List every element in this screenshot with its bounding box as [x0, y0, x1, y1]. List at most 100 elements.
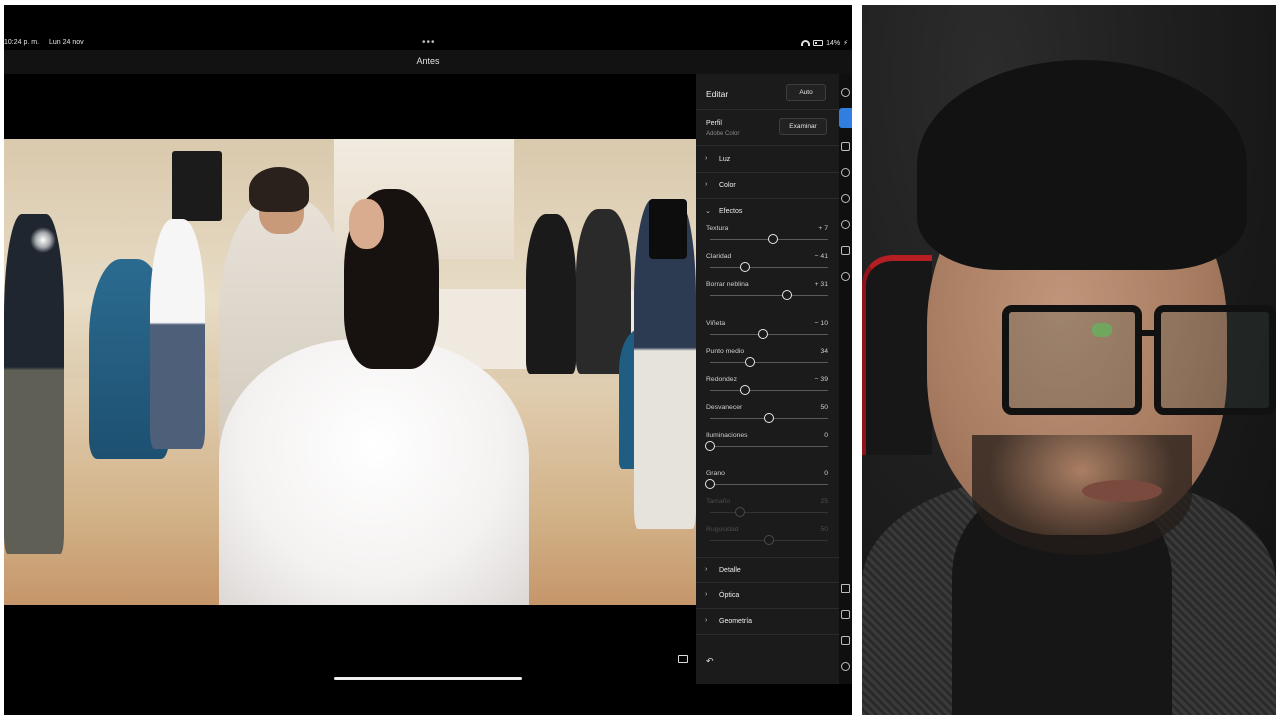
- browse-profiles-button[interactable]: Examinar: [779, 118, 827, 135]
- history-icon[interactable]: [841, 272, 850, 281]
- slider-label: Punto medio: [706, 348, 745, 355]
- photo-bride-gown: [219, 339, 529, 605]
- tool-rail: [839, 74, 852, 684]
- slider-value: − 41: [814, 253, 828, 260]
- glasses-reflection: [1092, 323, 1112, 337]
- blur-icon[interactable]: [841, 220, 850, 229]
- slider-handle[interactable]: [705, 441, 715, 451]
- slider-track[interactable]: [710, 446, 828, 447]
- slider-handle[interactable]: [758, 329, 769, 339]
- profile-label: Perfil: [706, 120, 722, 127]
- webcam-feed: [862, 5, 1276, 715]
- slider-track[interactable]: [710, 362, 828, 363]
- section-label: Detalle: [719, 567, 741, 574]
- edit-title: Editar: [706, 89, 729, 99]
- section-efectos[interactable]: ⌄ Efectos: [696, 199, 839, 225]
- slider-row: Textura + 7: [696, 225, 839, 253]
- slider-label: Rugosidad: [706, 526, 739, 533]
- slider-track[interactable]: [710, 267, 828, 268]
- slider-label: Iluminaciones: [706, 432, 748, 439]
- section-detalle[interactable]: › Detalle: [696, 557, 839, 583]
- presets-icon[interactable]: [841, 88, 850, 97]
- photo-preview[interactable]: [4, 139, 696, 605]
- slider-value: + 7: [818, 225, 828, 232]
- slider-handle[interactable]: [705, 479, 715, 489]
- edit-sliders-icon[interactable]: [839, 108, 852, 128]
- section-geometria[interactable]: › Geometría: [696, 609, 839, 635]
- status-bar: 10:24 p. m. Lun 24 nov ••• 14% ⚡: [4, 36, 852, 50]
- slider-handle[interactable]: [781, 290, 792, 300]
- chevron-right-icon: ›: [705, 566, 708, 573]
- section-color[interactable]: › Color: [696, 173, 839, 199]
- view-title: Antes: [416, 56, 440, 66]
- slider-value: − 39: [814, 376, 828, 383]
- slider-track[interactable]: [710, 334, 828, 335]
- slider-label: Redondez: [706, 376, 737, 383]
- slider-row: Claridad − 41: [696, 253, 839, 281]
- section-optica[interactable]: › Óptica: [696, 583, 839, 609]
- slider-row: Punto medio 34: [696, 348, 839, 376]
- undo-icon[interactable]: ↶: [706, 656, 714, 667]
- photo-camera: [649, 199, 687, 259]
- slider-handle[interactable]: [740, 385, 751, 395]
- slider-row: Desvanecer 50: [696, 404, 839, 432]
- slider-row: Redondez − 39: [696, 376, 839, 404]
- slider-handle[interactable]: [767, 234, 778, 244]
- slider-track[interactable]: [710, 390, 828, 391]
- section-label: Óptica: [719, 592, 740, 599]
- edit-panel-icon[interactable]: [678, 655, 688, 663]
- home-indicator[interactable]: [334, 677, 522, 680]
- slider-handle[interactable]: [764, 535, 774, 545]
- slider-label: Borrar neblina: [706, 281, 749, 288]
- photo-guest: [526, 214, 576, 374]
- slider-value: + 31: [814, 281, 828, 288]
- slider-row: Iluminaciones 0: [696, 432, 839, 460]
- auto-button[interactable]: Auto: [786, 84, 826, 101]
- crop-icon[interactable]: [841, 142, 850, 151]
- battery-percent: 14%: [826, 39, 841, 47]
- slider-handle[interactable]: [740, 262, 751, 272]
- slider-row: Tamaño 25: [696, 498, 839, 526]
- presenter-mouth: [1082, 480, 1162, 502]
- star-icon[interactable]: [841, 584, 850, 593]
- more-dots-icon[interactable]: •••: [422, 37, 436, 48]
- photo-bride-face: [349, 199, 384, 249]
- slider-value: − 10: [814, 320, 828, 327]
- versions-icon[interactable]: [841, 246, 850, 255]
- info-icon[interactable]: [841, 662, 850, 671]
- photo-flash: [30, 227, 56, 253]
- top-bar: Antes: [4, 50, 852, 74]
- slider-value: 50: [820, 526, 828, 533]
- comment-icon[interactable]: [841, 610, 850, 619]
- slider-track[interactable]: [710, 484, 828, 485]
- slider-handle[interactable]: [734, 507, 745, 517]
- healing-icon[interactable]: [841, 168, 850, 177]
- chevron-right-icon: ›: [705, 181, 708, 188]
- slider-handle[interactable]: [764, 413, 774, 423]
- slider-label: Grano: [706, 470, 725, 477]
- section-label: Geometría: [719, 618, 753, 625]
- slider-label: Claridad: [706, 253, 732, 260]
- photo-guest: [150, 219, 205, 449]
- chevron-right-icon: ›: [705, 155, 708, 162]
- slider-label: Tamaño: [706, 498, 731, 505]
- slider-label: Viñeta: [706, 320, 726, 327]
- slider-value: 34: [820, 348, 828, 355]
- slider-handle[interactable]: [745, 357, 756, 367]
- screen-mirror-icon: [813, 40, 824, 46]
- profile-value: Adobe Color: [706, 131, 740, 137]
- slider-row: Grano 0: [696, 470, 839, 498]
- section-luz[interactable]: › Luz: [696, 147, 839, 173]
- slider-label: Textura: [706, 225, 729, 232]
- gaming-chair: [862, 255, 932, 455]
- masking-icon[interactable]: [841, 194, 850, 203]
- photo-groom-hair: [249, 167, 309, 212]
- profile-row: Perfil Adobe Color Examinar: [696, 111, 839, 146]
- slider-track[interactable]: [710, 512, 828, 513]
- slider-row: Borrar neblina + 31: [696, 281, 839, 309]
- slider-track[interactable]: [710, 295, 828, 296]
- tag-icon[interactable]: [841, 636, 850, 645]
- battery-charging-icon: ⚡: [843, 40, 848, 47]
- slider-value: 0: [824, 470, 828, 477]
- edit-header: Editar Auto: [696, 74, 839, 110]
